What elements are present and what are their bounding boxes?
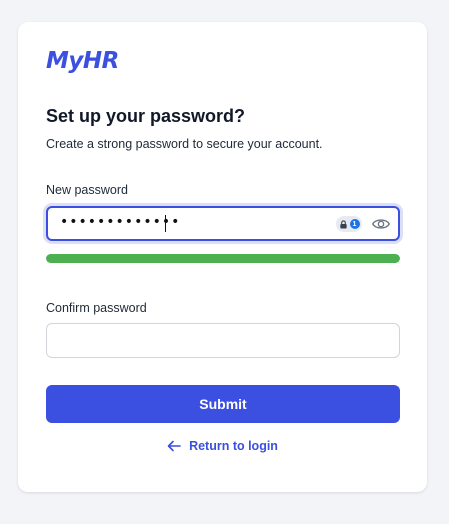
password-manager-logo-icon: 1 [349,219,360,229]
password-strength-meter [46,254,400,263]
return-to-login-link[interactable]: Return to login [18,439,427,453]
page-title: Set up your password? [46,106,246,126]
return-to-login-label: Return to login [189,439,278,453]
text-caret [165,215,166,232]
new-password-input[interactable]: ••••••••••••• 1 [46,206,400,241]
page-subtitle: Create a strong password to secure your … [46,137,323,151]
confirm-password-input[interactable] [46,323,400,358]
eye-icon[interactable] [372,216,390,232]
password-manager-icon[interactable]: 1 [336,216,362,232]
confirm-password-label: Confirm password [46,301,147,315]
myhr-logo: MyHR [46,48,119,74]
lock-icon [339,219,347,229]
submit-button[interactable]: Submit [46,385,400,423]
arrow-left-icon [167,440,181,452]
password-strength-fill [46,254,400,263]
new-password-label: New password [46,183,128,197]
password-setup-card: MyHR Set up your password? Create a stro… [18,22,427,492]
new-password-value: ••••••••••••• [60,214,181,230]
